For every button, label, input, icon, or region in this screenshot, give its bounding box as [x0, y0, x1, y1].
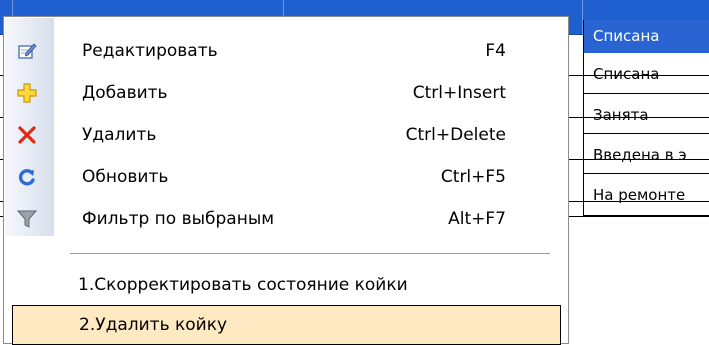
menu-item-shortcut: F4: [485, 41, 506, 61]
menu-item-filter[interactable]: Фильтр по выбраным Alt+F7: [4, 198, 568, 240]
menu-item-label: 1.Скорректировать состояние койки: [78, 275, 408, 295]
status-cell[interactable]: Занята: [583, 94, 709, 134]
menu-item-label: Обновить: [82, 167, 169, 187]
refresh-icon: [18, 169, 35, 186]
menu-item-add[interactable]: Добавить Ctrl+Insert: [4, 72, 568, 114]
status-cell[interactable]: На ремонте: [583, 174, 709, 216]
menu-item-shortcut: Ctrl+F5: [440, 167, 506, 187]
status-cell[interactable]: Списана: [583, 53, 709, 94]
delete-x-icon: [18, 126, 36, 144]
menu-item-label: Редактировать: [82, 41, 218, 61]
menu-item-shortcut: Ctrl+Insert: [412, 83, 506, 103]
status-cell[interactable]: Списана: [583, 20, 709, 53]
plus-icon: [17, 83, 37, 103]
menu-item-label: Удалить: [82, 125, 157, 145]
status-column: Списана Списана Занята Введена в э На ре…: [583, 0, 709, 216]
menu-item-label: 2.Удалить койку: [79, 315, 228, 335]
filter-icon: [17, 210, 37, 228]
menu-item-label: Добавить: [82, 83, 168, 103]
menu-item-shortcut: Ctrl+Delete: [405, 125, 506, 145]
menu-item-label: Фильтр по выбраным: [82, 209, 275, 229]
menu-item-shortcut: Alt+F7: [448, 209, 506, 229]
status-cell[interactable]: Введена в э: [583, 134, 709, 174]
menu-item-refresh[interactable]: Обновить Ctrl+F5: [4, 156, 568, 198]
edit-icon: [18, 43, 37, 59]
menu-item-edit[interactable]: Редактировать F4: [4, 30, 568, 72]
menu-item-delete[interactable]: Удалить Ctrl+Delete: [4, 114, 568, 156]
menu-separator: [70, 253, 550, 254]
menu-item-adjust-bed-state[interactable]: 1.Скорректировать состояние койки: [4, 264, 568, 306]
context-menu: Редактировать F4 Добавить Ctrl+Insert Уд…: [3, 16, 569, 345]
menu-item-delete-bed[interactable]: 2.Удалить койку: [12, 305, 561, 345]
